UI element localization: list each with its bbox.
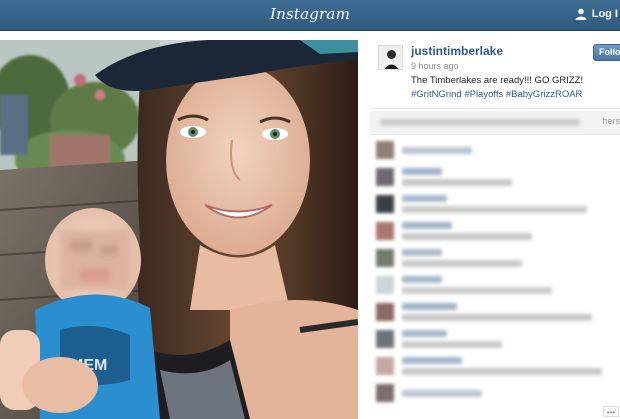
comment-item [370, 380, 620, 407]
caption-text: The Timberlakes are ready!!! GO GRIZZ! [411, 75, 584, 86]
post-view: MEM justintimberlake 9 hours ago The Tim… [0, 31, 620, 419]
blurred-text [402, 390, 482, 397]
top-nav-bar: Instagram Log I [0, 0, 620, 31]
comment-item [370, 191, 620, 218]
comment-item [370, 272, 620, 299]
blurred-text [402, 168, 442, 175]
follow-button[interactable]: Follow [593, 44, 620, 61]
comment-item [370, 353, 620, 380]
blurred-text [402, 303, 457, 310]
hashtag-link[interactable]: #Playoffs [464, 89, 503, 100]
blurred-avatar [376, 168, 394, 186]
post-timestamp: 9 hours ago [411, 61, 459, 71]
blurred-avatar [376, 276, 394, 294]
hashtag-link[interactable]: #GritNGrind [411, 89, 462, 100]
login-button[interactable]: Log I [575, 8, 618, 20]
blurred-avatar [376, 249, 394, 267]
blurred-text [402, 314, 592, 321]
post-photo: MEM [0, 40, 358, 419]
divider [370, 108, 620, 109]
instagram-logo[interactable]: Instagram [0, 5, 620, 23]
hashtag-link[interactable]: #BabyGrizzROAR [506, 89, 583, 100]
blurred-avatar [376, 141, 394, 159]
blurred-text [402, 357, 462, 364]
blurred-text [402, 287, 552, 294]
blurred-text [402, 260, 522, 267]
comment-item [370, 164, 620, 191]
user-icon [575, 8, 587, 20]
more-icon[interactable]: ••• [603, 406, 619, 417]
blurred-avatar [376, 303, 394, 321]
blurred-text [402, 368, 602, 375]
blurred-text [402, 179, 512, 186]
blurred-text [402, 341, 502, 348]
blurred-text [402, 222, 452, 229]
comment-item [370, 218, 620, 245]
user-avatar[interactable] [378, 45, 403, 70]
likes-bar: hers [370, 111, 620, 135]
blurred-text [402, 330, 447, 337]
comment-item [370, 137, 620, 164]
blurred-text [402, 206, 587, 213]
post-details-panel: justintimberlake 9 hours ago The Timberl… [370, 31, 620, 419]
comment-item [370, 326, 620, 353]
blurred-text [402, 147, 472, 154]
blurred-avatar [376, 357, 394, 375]
blurred-avatar [376, 330, 394, 348]
blurred-likes-line [380, 119, 580, 126]
post-caption: The Timberlakes are ready!!! GO GRIZZ! #… [411, 74, 617, 102]
blurred-text [402, 195, 447, 202]
blurred-text [402, 233, 532, 240]
blurred-avatar [376, 222, 394, 240]
comment-item [370, 299, 620, 326]
blurred-text [402, 249, 442, 256]
comment-item [370, 245, 620, 272]
likes-text: hers [602, 116, 620, 126]
blurred-text [402, 276, 442, 283]
comments-list [370, 137, 620, 407]
blurred-avatar [376, 195, 394, 213]
blurred-avatar [376, 384, 394, 402]
username-link[interactable]: justintimberlake [411, 44, 503, 58]
login-label: Log I [591, 8, 618, 20]
